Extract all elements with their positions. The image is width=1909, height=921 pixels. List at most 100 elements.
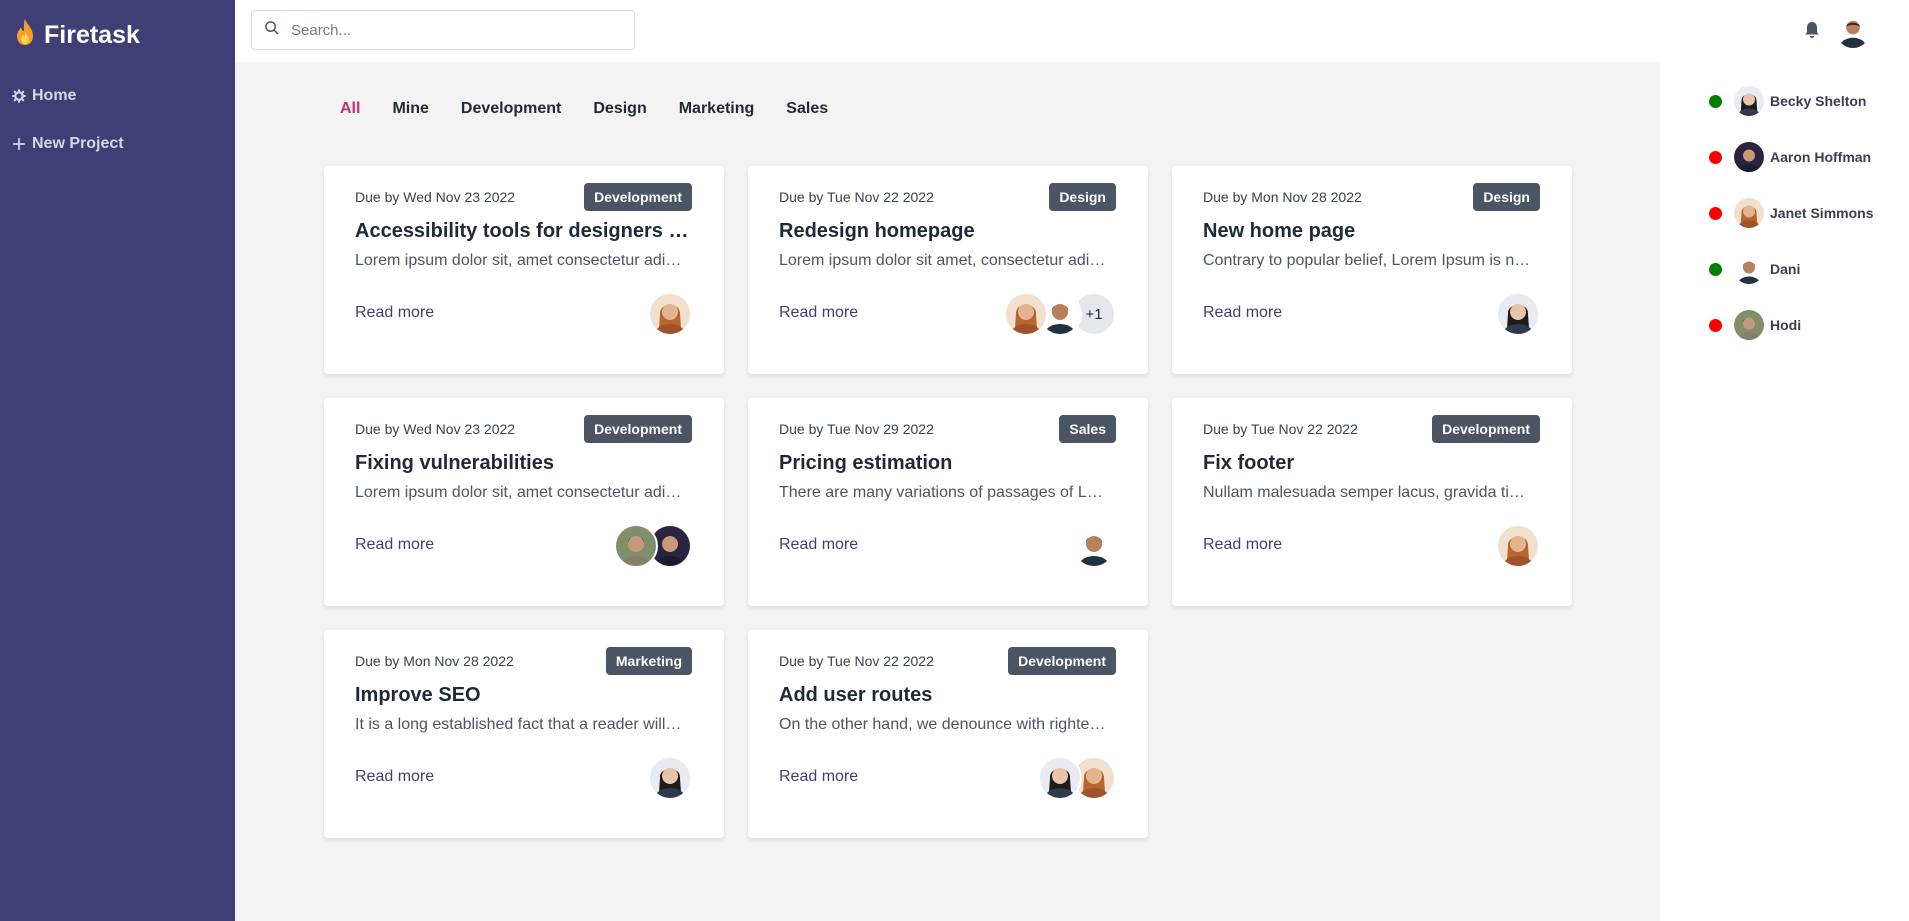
category-badge: Development [1008, 647, 1116, 675]
person-name: Becky Shelton [1770, 93, 1867, 109]
avatar [1734, 254, 1764, 284]
category-badge: Design [1049, 183, 1116, 211]
project-description: Lorem ipsum dolor sit amet, consectetur … [779, 252, 1109, 269]
sidebar-item-new-project[interactable]: New Project [0, 120, 235, 168]
project-card[interactable]: Due by Wed Nov 23 2022 Development Fixin… [324, 398, 724, 606]
read-more-link[interactable]: Read more [779, 768, 858, 786]
project-card[interactable]: Due by Wed Nov 23 2022 Development Acces… [324, 166, 724, 374]
status-dot [1709, 318, 1722, 332]
person-name: Hodi [1770, 317, 1802, 333]
category-badge: Development [1432, 415, 1540, 443]
project-description: Lorem ipsum dolor sit, amet consectetur … [355, 484, 685, 501]
avatar-group [1496, 524, 1540, 568]
project-card[interactable]: Due by Mon Nov 28 2022 Marketing Improve… [324, 630, 724, 838]
person-name: Dani [1770, 261, 1801, 277]
avatar [614, 524, 658, 568]
project-title: New home page [1203, 220, 1356, 242]
due-date: Due by Tue Nov 22 2022 [1203, 421, 1358, 437]
read-more-link[interactable]: Read more [355, 768, 434, 786]
project-description: On the other hand, we denounce with righ… [779, 716, 1109, 733]
project-card[interactable]: Due by Tue Nov 29 2022 Sales Pricing est… [748, 398, 1148, 606]
project-title: Add user routes [779, 684, 933, 706]
sidebar-item-home[interactable]: Home [0, 72, 235, 120]
category-badge: Development [584, 415, 692, 443]
due-date: Due by Mon Nov 28 2022 [355, 653, 514, 669]
avatar-group [648, 756, 692, 800]
category-badge: Development [584, 183, 692, 211]
avatar [1734, 310, 1764, 340]
user-avatar[interactable] [1836, 14, 1870, 48]
due-date: Due by Wed Nov 23 2022 [355, 421, 516, 437]
read-more-link[interactable]: Read more [1203, 304, 1282, 322]
sidebar-item-label: Home [32, 87, 77, 104]
people-panel: Becky Shelton Aaron Hoffman Janet Simmon… [1660, 62, 1909, 921]
project-card[interactable]: Due by Mon Nov 28 2022 Design New home p… [1172, 166, 1572, 374]
avatar [1734, 86, 1764, 116]
sidebar-item-label: New Project [32, 135, 124, 152]
project-title: Improve SEO [355, 684, 481, 706]
person-row[interactable]: Becky Shelton [1709, 86, 1866, 116]
avatar [1004, 292, 1048, 336]
project-title: Accessibility tools for designers and de… [355, 220, 695, 242]
due-date: Due by Wed Nov 23 2022 [355, 189, 516, 205]
filter-tab-all[interactable]: All [340, 100, 360, 118]
project-title: Fixing vulnerabilities [355, 452, 554, 474]
status-dot [1709, 150, 1722, 164]
status-dot [1709, 94, 1722, 108]
filter-tab-sales[interactable]: Sales [786, 100, 828, 118]
flame-icon [14, 18, 44, 53]
due-date: Due by Tue Nov 29 2022 [779, 421, 934, 437]
person-row[interactable]: Hodi [1709, 310, 1801, 340]
project-card[interactable]: Due by Tue Nov 22 2022 Development Fix f… [1172, 398, 1572, 606]
plus-icon [12, 137, 26, 151]
avatar-group [1072, 524, 1116, 568]
project-title: Fix footer [1203, 452, 1295, 474]
search-box[interactable] [251, 10, 635, 50]
main-content: All Mine Development Design Marketing Sa… [235, 62, 1660, 921]
filter-tab-design[interactable]: Design [593, 100, 646, 118]
project-card[interactable]: Due by Tue Nov 22 2022 Design Redesign h… [748, 166, 1148, 374]
avatar [1072, 524, 1116, 568]
sidebar: Firetask Home New Project [0, 0, 235, 921]
project-description: Lorem ipsum dolor sit, amet consectetur … [355, 252, 685, 269]
filter-tab-development[interactable]: Development [461, 100, 561, 118]
category-badge: Sales [1059, 415, 1116, 443]
avatar [648, 756, 692, 800]
read-more-link[interactable]: Read more [779, 304, 858, 322]
search-icon [264, 20, 279, 40]
project-description: It is a long established fact that a rea… [355, 716, 685, 733]
person-row[interactable]: Aaron Hoffman [1709, 142, 1871, 172]
filter-tab-marketing[interactable]: Marketing [679, 100, 755, 118]
project-description: There are many variations of passages of… [779, 484, 1109, 501]
project-description: Contrary to popular belief, Lorem Ipsum … [1203, 252, 1533, 269]
gear-icon [12, 89, 26, 103]
avatar-group [648, 292, 692, 336]
person-row[interactable]: Janet Simmons [1709, 198, 1873, 228]
read-more-link[interactable]: Read more [1203, 536, 1282, 554]
read-more-link[interactable]: Read more [355, 536, 434, 554]
person-name: Aaron Hoffman [1770, 149, 1872, 165]
read-more-link[interactable]: Read more [355, 304, 434, 322]
avatar-group: +1 [1004, 292, 1116, 336]
person-name: Janet Simmons [1770, 205, 1874, 221]
topbar [235, 0, 1909, 62]
brand[interactable]: Firetask [0, 0, 235, 70]
project-title: Redesign homepage [779, 220, 975, 242]
avatar [1496, 292, 1540, 336]
avatar [1496, 524, 1540, 568]
person-row[interactable]: Dani [1709, 254, 1800, 284]
due-date: Due by Tue Nov 22 2022 [779, 653, 934, 669]
status-dot [1709, 262, 1722, 276]
project-card[interactable]: Due by Tue Nov 22 2022 Development Add u… [748, 630, 1148, 838]
filter-tab-mine[interactable]: Mine [392, 100, 428, 118]
due-date: Due by Tue Nov 22 2022 [779, 189, 934, 205]
due-date: Due by Mon Nov 28 2022 [1203, 189, 1362, 205]
search-input[interactable] [291, 21, 611, 39]
bell-icon[interactable] [1803, 20, 1821, 40]
read-more-link[interactable]: Read more [779, 536, 858, 554]
avatar [648, 292, 692, 336]
avatar [1734, 142, 1764, 172]
avatar [1734, 198, 1764, 228]
category-badge: Marketing [605, 647, 692, 675]
category-badge: Design [1473, 183, 1540, 211]
